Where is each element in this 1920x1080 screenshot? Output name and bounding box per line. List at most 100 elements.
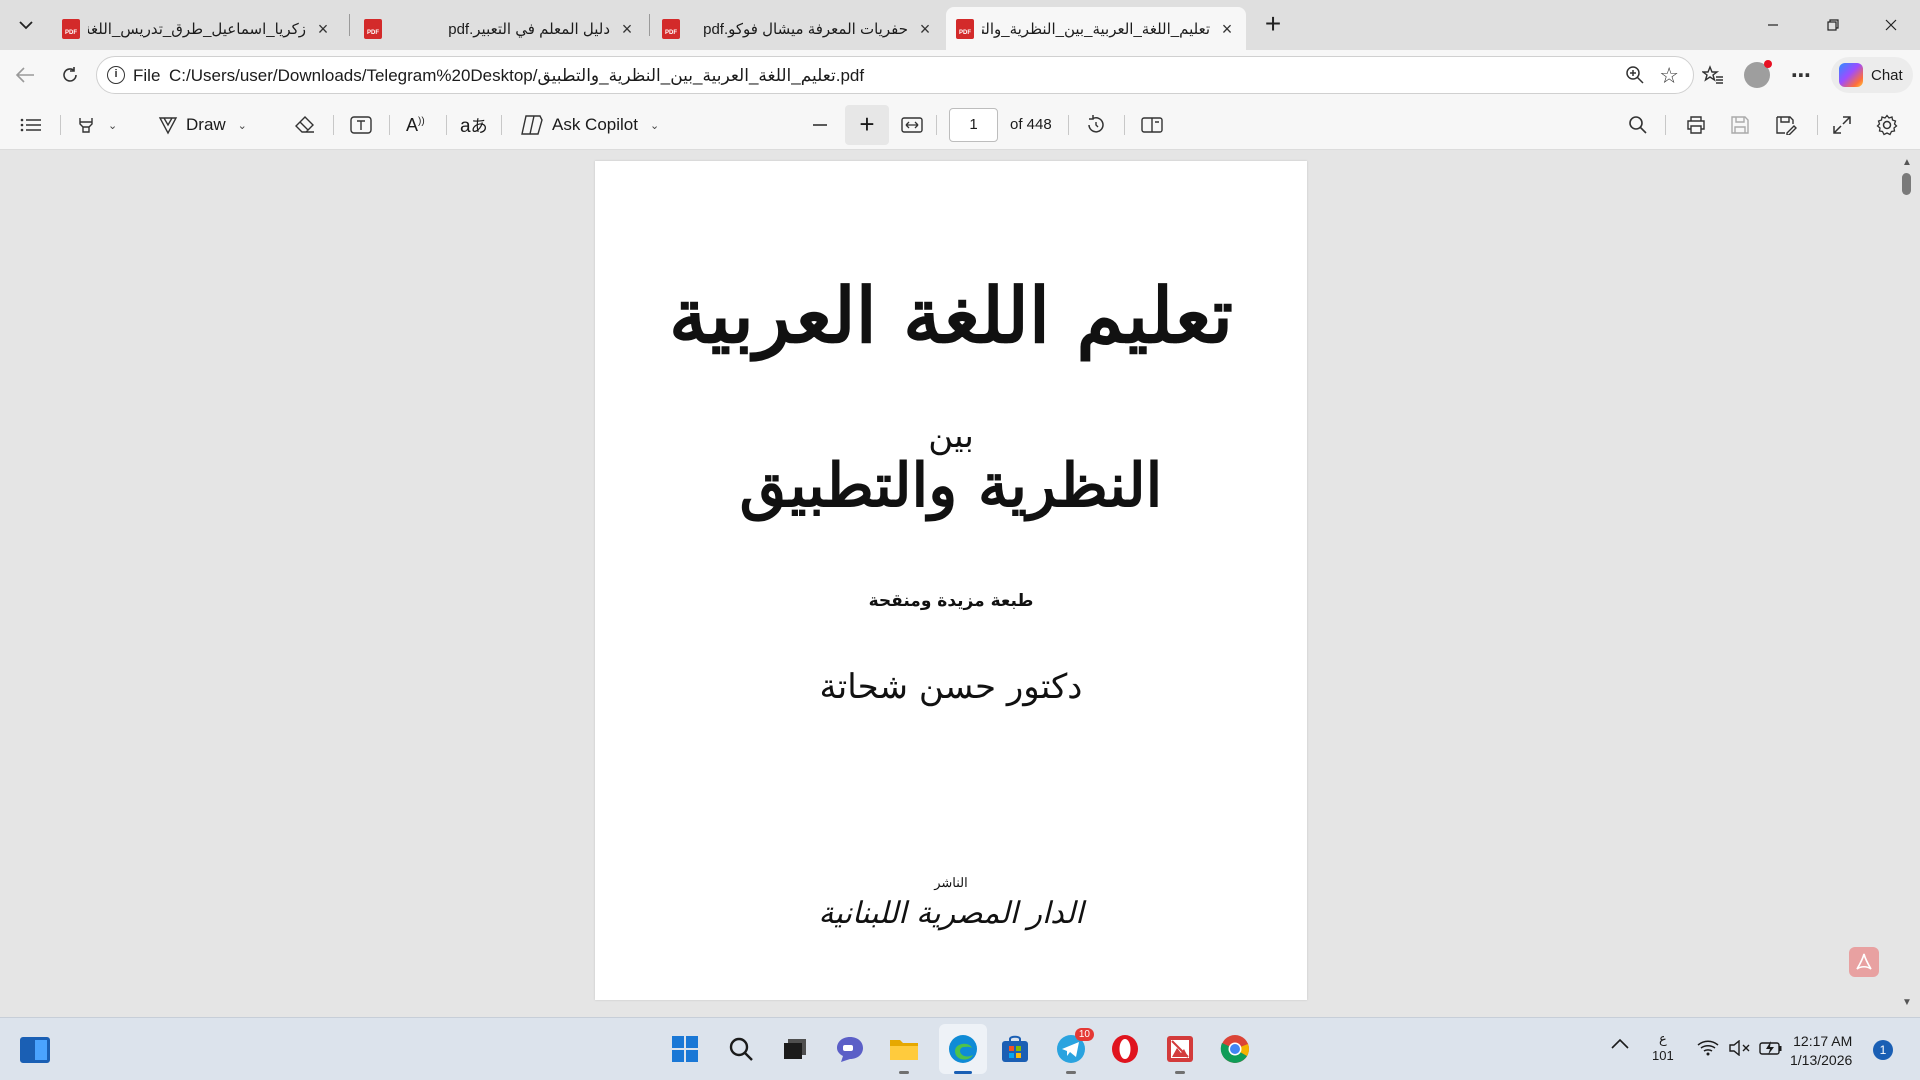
highlight-button[interactable]: ⌄ bbox=[76, 110, 117, 140]
close-icon[interactable]: × bbox=[1218, 20, 1236, 38]
volume-muted-icon[interactable] bbox=[1729, 1039, 1751, 1059]
translate-button[interactable]: aあ bbox=[460, 110, 488, 140]
url-text[interactable]: C:/Users/user/Downloads/Telegram%20Deskt… bbox=[169, 66, 864, 86]
save-button[interactable] bbox=[1730, 110, 1750, 140]
read-aloud-icon: A)) bbox=[406, 114, 425, 135]
running-indicator bbox=[954, 1071, 972, 1074]
image-viewer-button[interactable] bbox=[1163, 1032, 1197, 1074]
settings-button[interactable] bbox=[1876, 110, 1898, 140]
teams-chat-button[interactable] bbox=[833, 1032, 867, 1066]
profile-avatar[interactable] bbox=[1744, 60, 1772, 88]
scroll-up-arrow-icon[interactable]: ▲ bbox=[1902, 157, 1912, 168]
zoom-out-button[interactable] bbox=[812, 110, 828, 140]
tab-teacher-guide[interactable]: PDF دليل المعلم في التعبير.pdf × bbox=[354, 7, 646, 50]
pdf-viewer[interactable]: تعليم اللغة العربية بين النظرية والتطبيق… bbox=[0, 151, 1920, 1017]
read-aloud-button[interactable]: A)) bbox=[406, 110, 425, 140]
close-icon[interactable]: × bbox=[314, 20, 332, 38]
tab-arabic-teaching[interactable]: PDF تعليم_اللغة_العربية_بين_النظرية_والت… bbox=[946, 7, 1246, 50]
search-icon bbox=[729, 1037, 753, 1061]
show-hidden-icons-button[interactable] bbox=[1611, 1038, 1629, 1053]
wifi-icon[interactable] bbox=[1697, 1040, 1719, 1059]
input-language-indicator[interactable]: ع 101 bbox=[1652, 1030, 1674, 1064]
battery-charging-icon[interactable] bbox=[1759, 1040, 1783, 1059]
back-button[interactable] bbox=[10, 60, 40, 90]
favorite-star-icon[interactable]: ☆ bbox=[1659, 63, 1679, 89]
tab-zakaria[interactable]: PDF زكريا_اسماعيل_طرق_تدريس_اللغة_ال × bbox=[52, 7, 342, 50]
book-subtitle: النظرية والتطبيق bbox=[739, 451, 1163, 521]
chevron-down-icon[interactable]: ⌄ bbox=[108, 119, 117, 132]
close-icon[interactable]: × bbox=[916, 20, 934, 38]
close-window-button[interactable] bbox=[1876, 10, 1906, 40]
fullscreen-button[interactable] bbox=[1832, 110, 1852, 140]
address-bar-row: i File C:/Users/user/Downloads/Telegram%… bbox=[0, 50, 1920, 100]
address-input[interactable]: i File C:/Users/user/Downloads/Telegram%… bbox=[96, 56, 1694, 94]
erase-button[interactable] bbox=[294, 110, 316, 140]
toolbar-separator bbox=[1068, 115, 1069, 135]
info-icon[interactable]: i bbox=[107, 66, 125, 84]
print-button[interactable] bbox=[1685, 110, 1707, 140]
tab-title: زكريا_اسماعيل_طرق_تدريس_اللغة_ال bbox=[88, 20, 306, 38]
toolbar-separator bbox=[1817, 115, 1818, 135]
fit-to-width-button[interactable] bbox=[901, 110, 923, 140]
toolbar-separator bbox=[60, 115, 61, 135]
tab-separator bbox=[349, 14, 350, 36]
list-icon bbox=[20, 118, 41, 132]
file-explorer-button[interactable] bbox=[887, 1032, 921, 1074]
add-text-button[interactable] bbox=[350, 110, 372, 140]
windows-logo-icon bbox=[672, 1036, 698, 1062]
page-view-button[interactable] bbox=[1141, 110, 1163, 140]
store-button[interactable] bbox=[998, 1032, 1032, 1066]
copilot-chat-button[interactable]: Chat bbox=[1831, 57, 1913, 93]
book-title: تعليم اللغة العربية bbox=[669, 271, 1233, 360]
widgets-icon[interactable] bbox=[20, 1037, 50, 1063]
scroll-down-arrow-icon[interactable]: ▼ bbox=[1902, 997, 1912, 1008]
tab-list-button[interactable] bbox=[10, 9, 42, 41]
rotate-button[interactable] bbox=[1085, 110, 1107, 140]
start-button[interactable] bbox=[668, 1032, 702, 1066]
refresh-button[interactable] bbox=[55, 60, 85, 90]
taskbar-search-button[interactable] bbox=[724, 1032, 758, 1066]
chevron-down-icon[interactable]: ⌄ bbox=[238, 119, 247, 132]
task-view-button[interactable] bbox=[779, 1032, 813, 1066]
tab-title: حفريات المعرفة ميشال فوكو.pdf bbox=[703, 20, 908, 38]
tab-foucault[interactable]: PDF حفريات المعرفة ميشال فوكو.pdf × bbox=[652, 7, 944, 50]
edge-button[interactable] bbox=[946, 1032, 980, 1074]
notification-badge[interactable]: 1 bbox=[1873, 1040, 1893, 1060]
zoom-in-button[interactable]: + bbox=[845, 105, 889, 145]
publisher-name: الدار المصرية اللبنانية bbox=[818, 896, 1084, 931]
tab-title: تعليم_اللغة_العربية_بين_النظرية_والتد bbox=[982, 20, 1210, 38]
scroll-thumb[interactable] bbox=[1902, 173, 1911, 195]
chrome-icon bbox=[1220, 1035, 1249, 1063]
vertical-scrollbar[interactable]: ▲ ▼ bbox=[1896, 151, 1916, 1017]
search-icon bbox=[1629, 116, 1647, 134]
ask-copilot-button[interactable]: Ask Copilot ⌄ bbox=[520, 110, 659, 140]
opera-button[interactable] bbox=[1108, 1032, 1142, 1066]
favorites-button[interactable] bbox=[1700, 62, 1726, 88]
chrome-button[interactable] bbox=[1218, 1032, 1252, 1066]
page-number-input[interactable]: 1 bbox=[949, 108, 998, 142]
ask-copilot-label: Ask Copilot bbox=[552, 115, 638, 134]
search-button[interactable] bbox=[1628, 110, 1648, 140]
new-tab-button[interactable]: + bbox=[1258, 10, 1288, 40]
minimize-button[interactable] bbox=[1758, 10, 1788, 40]
close-icon bbox=[1885, 19, 1897, 31]
close-icon[interactable]: × bbox=[618, 20, 636, 38]
toolbar-separator bbox=[389, 115, 390, 135]
pdf-toolbar: ⌄ Draw ⌄ A)) aあ Ask Copilot ⌄ + 1 of 448 bbox=[0, 100, 1920, 150]
page-total: of 448 bbox=[1010, 116, 1052, 133]
restore-button[interactable] bbox=[1818, 10, 1848, 40]
toolbar-separator bbox=[936, 115, 937, 135]
author-name: دكتور حسن شحاتة bbox=[819, 667, 1083, 707]
save-as-button[interactable] bbox=[1775, 110, 1797, 140]
telegram-button[interactable]: 10 bbox=[1054, 1028, 1094, 1074]
zoom-icon[interactable] bbox=[1625, 65, 1645, 90]
rotate-icon bbox=[1088, 115, 1104, 133]
pdf-page[interactable]: تعليم اللغة العربية بين النظرية والتطبيق… bbox=[595, 161, 1307, 1000]
acrobat-icon[interactable] bbox=[1849, 947, 1879, 977]
draw-button[interactable]: Draw ⌄ bbox=[158, 110, 247, 140]
system-clock[interactable]: 12:17 AM 1/13/2026 bbox=[1790, 1032, 1852, 1070]
contents-button[interactable] bbox=[20, 110, 42, 140]
chat-bubble-icon bbox=[837, 1037, 863, 1062]
chevron-down-icon[interactable]: ⌄ bbox=[650, 119, 659, 132]
more-menu-button[interactable]: ⋯ bbox=[1788, 62, 1814, 88]
